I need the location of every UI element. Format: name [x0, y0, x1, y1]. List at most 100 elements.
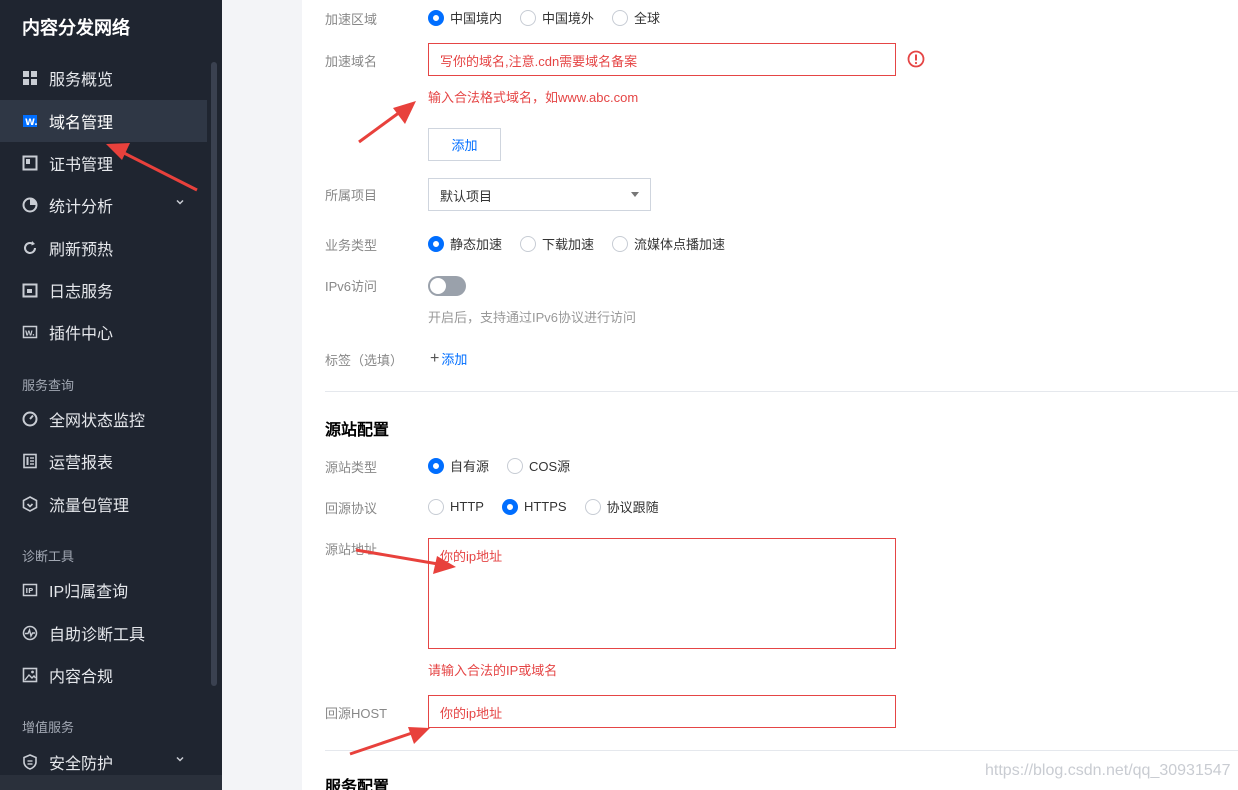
radio-unchecked-icon — [612, 235, 629, 252]
pulse-icon — [22, 625, 38, 641]
origin-type-cos[interactable]: COS源 — [507, 456, 570, 475]
ipv6-label: IPv6访问 — [325, 279, 378, 294]
radio-unchecked-icon — [520, 235, 537, 252]
ip-icon: IP — [22, 582, 38, 598]
sidebar-item-label: 安全防护 — [49, 756, 114, 773]
sidebar-item-label: 运营报表 — [49, 455, 114, 472]
business-label: 业务类型 — [325, 238, 378, 253]
project-select[interactable]: 默认项目 — [428, 178, 651, 211]
image-icon — [22, 667, 38, 683]
section-divider — [325, 391, 1238, 392]
sidebar-item-monitor[interactable]: 全网状态监控 — [0, 398, 207, 440]
shield-icon — [22, 754, 38, 770]
origin-type-radio-group: 自有源 COS源 — [428, 456, 588, 475]
caret-down-icon — [631, 192, 639, 197]
section-title-query: 服务查询 — [22, 378, 75, 393]
sidebar-item-label: 流量包管理 — [49, 498, 130, 515]
plus-icon: + — [430, 349, 440, 367]
sidebar-item-report[interactable]: 运营报表 — [0, 440, 207, 482]
origin-address-error: 请输入合法的IP或域名 — [428, 663, 558, 678]
protocol-option-http[interactable]: HTTP — [428, 498, 484, 515]
radio-unchecked-icon — [612, 9, 629, 26]
domain-icon: W. — [22, 113, 38, 129]
section-title-diag: 诊断工具 — [22, 549, 75, 564]
add-tag-link[interactable]: + 添加 — [430, 349, 467, 368]
host-input[interactable]: 你的ip地址 — [428, 695, 896, 728]
package-icon — [22, 496, 38, 512]
radio-checked-icon — [428, 235, 444, 252]
sidebar-item-compliance[interactable]: 内容合规 — [0, 654, 207, 696]
origin-type-own[interactable]: 自有源 — [428, 456, 489, 475]
svg-text:IP: IP — [26, 587, 34, 595]
sidebar-item-label: 全网状态监控 — [49, 413, 146, 430]
plugin-icon: W. — [22, 324, 38, 340]
sidebar-item-overview[interactable]: 服务概览 — [0, 57, 207, 99]
radio-unchecked-icon — [428, 498, 444, 515]
radio-checked-icon — [428, 457, 444, 474]
protocol-option-https[interactable]: HTTPS — [501, 498, 567, 515]
sidebar-item-plugin[interactable]: W. 插件中心 — [0, 311, 207, 353]
grid-icon — [22, 70, 38, 86]
ipv6-toggle[interactable] — [428, 276, 466, 296]
region-option-overseas[interactable]: 中国境外 — [520, 8, 594, 27]
report-icon — [22, 453, 38, 469]
protocol-label: 回源协议 — [325, 501, 378, 516]
service-section-title: 服务配置 — [325, 779, 390, 790]
add-domain-button[interactable]: 添加 — [428, 128, 501, 161]
sidebar: 内容分发网络 服务概览 W. 域名管理 证书管理 统计分析 刷新预热 日志服务 … — [0, 0, 222, 790]
sidebar-item-label: 服务概览 — [49, 72, 114, 89]
sidebar-item-domain[interactable]: W. 域名管理 — [0, 100, 207, 142]
region-option-global[interactable]: 全球 — [612, 8, 660, 27]
sidebar-item-label: 自助诊断工具 — [49, 627, 146, 644]
origin-address-textarea[interactable]: 你的ip地址 — [428, 538, 896, 649]
protocol-option-follow[interactable]: 协议跟随 — [584, 497, 659, 516]
radio-checked-icon — [501, 498, 518, 515]
log-icon — [22, 282, 38, 298]
domain-error-text: 输入合法格式域名，如www.abc.com — [428, 90, 639, 105]
protocol-radio-group: HTTP HTTPS 协议跟随 — [428, 497, 677, 516]
radio-checked-icon — [428, 9, 444, 26]
sidebar-item-refresh[interactable]: 刷新预热 — [0, 227, 207, 269]
region-option-domestic[interactable]: 中国境内 — [428, 8, 502, 27]
sidebar-item-label: IP归属查询 — [49, 584, 129, 601]
certificate-icon — [22, 155, 38, 171]
host-label: 回源HOST — [325, 706, 388, 721]
sidebar-item-diagnose[interactable]: 自助诊断工具 — [0, 612, 207, 654]
business-option-streaming[interactable]: 流媒体点播加速 — [612, 234, 725, 253]
sidebar-item-label: 域名管理 — [49, 115, 114, 132]
sidebar-bottom-strip — [0, 775, 222, 790]
chevron-down-icon[interactable] — [175, 754, 185, 764]
sidebar-item-stats[interactable]: 统计分析 — [0, 184, 207, 226]
section-title-value: 增值服务 — [22, 720, 75, 735]
radio-unchecked-icon — [584, 498, 601, 515]
chevron-down-icon[interactable] — [175, 197, 185, 207]
business-option-static[interactable]: 静态加速 — [428, 234, 502, 253]
sidebar-item-certificate[interactable]: 证书管理 — [0, 142, 207, 184]
business-radio-group: 静态加速 下载加速 流媒体点播加速 — [428, 234, 743, 253]
section-divider — [325, 750, 1238, 751]
svg-text:W.: W. — [25, 330, 35, 338]
sidebar-item-label: 插件中心 — [49, 326, 114, 343]
exclamation-circle-icon — [907, 50, 925, 68]
sidebar-item-package[interactable]: 流量包管理 — [0, 483, 207, 525]
region-label: 加速区域 — [325, 12, 378, 27]
radio-unchecked-icon — [507, 457, 524, 474]
project-label: 所属项目 — [325, 188, 378, 203]
origin-type-label: 源站类型 — [325, 460, 378, 475]
domain-input[interactable]: 写你的域名,注意.cdn需要域名备案 — [428, 43, 896, 76]
tags-label: 标签（选填） — [325, 353, 404, 368]
sidebar-item-log[interactable]: 日志服务 — [0, 269, 207, 311]
pie-chart-icon — [22, 197, 38, 213]
sidebar-scrollbar[interactable] — [211, 62, 217, 686]
sidebar-item-label: 证书管理 — [49, 157, 114, 174]
origin-section-title: 源站配置 — [325, 422, 390, 439]
domain-label: 加速域名 — [325, 54, 378, 69]
content-gap — [222, 0, 302, 790]
watermark: https://blog.csdn.net/qq_30931547 — [985, 762, 1231, 779]
brand-title: 内容分发网络 — [22, 18, 130, 38]
business-option-download[interactable]: 下载加速 — [520, 234, 594, 253]
ipv6-hint: 开启后，支持通过IPv6协议进行访问 — [428, 310, 637, 325]
sidebar-item-ip-lookup[interactable]: IP IP归属查询 — [0, 569, 207, 611]
origin-address-label: 源站地址 — [325, 542, 378, 557]
sidebar-item-label: 刷新预热 — [49, 242, 114, 259]
